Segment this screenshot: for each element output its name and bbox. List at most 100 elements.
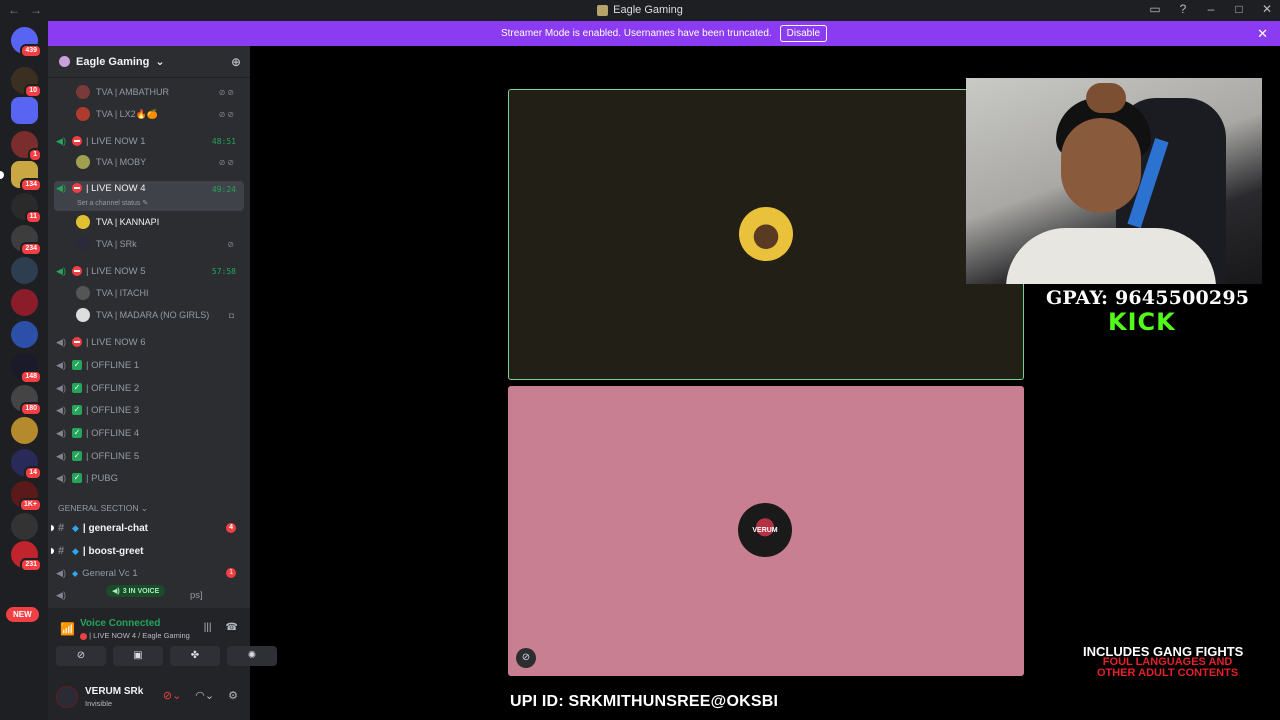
server-icon[interactable]: 1 (11, 131, 42, 162)
home-button[interactable]: 439 (11, 27, 42, 58)
muted-deafened-icon: ⊘⊘ (218, 157, 236, 167)
voice-channel-offline-4[interactable]: ◀) ✓ | OFFLINE 4 (54, 425, 244, 441)
badge: 10 (24, 84, 42, 98)
voice-member[interactable]: TVA | AMBATHUR ⊘⊘ (76, 85, 244, 99)
voice-member[interactable]: TVA | ITACHI (76, 286, 244, 300)
diamond-icon: ◆ (72, 522, 79, 533)
server-icon[interactable] (11, 257, 38, 284)
voice-member[interactable]: TVA | MADARA (NO GIRLS) ◘ (76, 308, 244, 322)
server-icon[interactable]: 180 (11, 385, 42, 416)
server-icon[interactable]: 11 (11, 193, 42, 224)
voice-member[interactable]: TVA | LX2🔥🍊 ⊘⊘ (76, 107, 244, 121)
voice-member[interactable]: TVA | MOBY ⊘⊘ (76, 155, 244, 169)
voice-channel-live-1[interactable]: ◀) | LIVE NOW 1 48:51 (54, 133, 244, 149)
speaker-icon: ◀) (56, 382, 66, 393)
minimize-icon[interactable]: – (1204, 2, 1218, 16)
mic-muted-icon[interactable]: ⊘⌄ (163, 689, 181, 702)
gpay-text: GPAY: 9645500295 (1046, 287, 1250, 309)
member-name: TVA | MOBY (96, 157, 147, 167)
server-icon[interactable]: 231 (11, 541, 42, 572)
avatar[interactable] (56, 686, 78, 708)
active-server-icon[interactable]: 134 (0, 161, 42, 192)
channel-timer: 48:51 (211, 136, 236, 146)
signal-icon[interactable]: 📶 (60, 622, 75, 636)
inbox-icon[interactable]: ▭ (1148, 2, 1162, 16)
voice-tile[interactable]: VERUM ⊘ (508, 386, 1024, 676)
disconnect-icon[interactable]: ☎ (226, 622, 238, 633)
server-icon[interactable] (11, 417, 38, 444)
server-icon[interactable]: 14 (11, 449, 42, 480)
user-controls: ⊘⌄ ◠⌄ ⚙ (163, 689, 238, 702)
voice-connected-title[interactable]: Voice Connected (80, 618, 160, 629)
avatar (76, 308, 90, 322)
voice-channel-live-6[interactable]: ◀) | LIVE NOW 6 (54, 334, 244, 350)
activities-button[interactable]: ✤ (170, 646, 220, 666)
voice-channel-pubg[interactable]: ◀) ✓ | PUBG (54, 470, 244, 486)
server-icon[interactable]: 148 (11, 353, 42, 384)
soundboard-button[interactable]: ✺ (227, 646, 277, 666)
server-icon[interactable] (11, 321, 38, 348)
check-icon: ✓ (72, 428, 82, 438)
voice-member[interactable]: TVA | KANNAPI (76, 215, 244, 229)
text-channel-boost-greet[interactable]: # ◆ | boost-greet (51, 543, 244, 559)
headphones-icon[interactable]: ◠⌄ (195, 689, 214, 702)
camera-off-button[interactable]: ⊘ (56, 646, 106, 666)
server-icon[interactable] (11, 513, 38, 540)
badge: 1K+ (18, 498, 42, 512)
channel-timer: 57:58 (211, 266, 236, 276)
voice-member[interactable]: TVA | SRk ⊘ (76, 237, 244, 251)
channel-status[interactable]: Set a channel status ✎ (77, 199, 148, 207)
avatar (76, 155, 90, 169)
add-member-icon[interactable]: ⊕ (231, 55, 241, 69)
voice-tile-speaking[interactable] (508, 89, 1024, 380)
voice-channel-offline-3[interactable]: ◀) ✓ | OFFLINE 3 (54, 402, 244, 418)
close-window-icon[interactable]: ✕ (1260, 2, 1274, 16)
folder-icon[interactable] (11, 97, 38, 124)
badge: 231 (20, 558, 42, 572)
server-icon[interactable]: 234 (11, 225, 42, 256)
server-icon[interactable] (11, 289, 38, 316)
selected-pill (0, 171, 4, 179)
channel-label: | general-chat (82, 522, 148, 534)
speaker-icon: ◀) (56, 450, 66, 461)
member-name: TVA | SRk (96, 239, 137, 249)
voice-channel-offline-2[interactable]: ◀) ✓ | OFFLINE 2 (54, 380, 244, 396)
voice-channel-offline-5[interactable]: ◀) ✓ | OFFLINE 5 (54, 448, 244, 464)
no-entry-icon (80, 632, 87, 640)
content-warning-body: FOUL LANGUAGES AND OTHER ADULT CONTENTS (1097, 657, 1238, 679)
noise-suppression-icon[interactable]: ||| (204, 622, 212, 633)
voice-channel-live-5[interactable]: ◀) | LIVE NOW 5 57:58 (54, 263, 244, 279)
voice-channel-offline-1[interactable]: ◀) ✓ | OFFLINE 1 (54, 357, 244, 373)
screen-share-button[interactable]: ▣ (113, 646, 163, 666)
text-channel-general-chat[interactable]: # ◆ | general-chat 4 (51, 520, 244, 536)
check-icon: ✓ (72, 405, 82, 415)
server-icon[interactable]: 10 (11, 67, 42, 98)
person-arm (1086, 83, 1126, 113)
member-name: TVA | AMBATHUR (96, 87, 170, 97)
in-voice-pill[interactable]: ◀) 3 IN VOICE (106, 585, 166, 597)
close-icon[interactable]: ✕ (1257, 26, 1268, 42)
window-controls: ▭ ? – □ ✕ (1148, 2, 1274, 16)
channel-label: | OFFLINE 5 (86, 450, 140, 462)
help-icon[interactable]: ? (1176, 2, 1190, 16)
disable-button[interactable]: Disable (779, 25, 828, 42)
chevron-down-icon: ⌄ (155, 56, 165, 68)
maximize-icon[interactable]: □ (1232, 2, 1246, 16)
guild-icon (59, 56, 70, 67)
speaker-icon: ◀) (56, 589, 66, 600)
new-badge[interactable]: NEW (6, 607, 39, 622)
mention-count: 1 (226, 568, 236, 578)
category-general-section[interactable]: GENERAL SECTION ⌄ (58, 503, 148, 514)
no-entry-icon (72, 136, 82, 146)
channel-sidebar: Eagle Gaming ⌄ ⊕ TVA | AMBATHUR ⊘⊘ TVA |… (48, 46, 277, 720)
gear-icon[interactable]: ⚙ (228, 689, 238, 702)
avatar (739, 207, 793, 261)
guild-header[interactable]: Eagle Gaming ⌄ ⊕ (48, 46, 250, 78)
user-name[interactable]: VERUM SRk (85, 686, 143, 697)
channel-status-text: Set a channel status (77, 200, 141, 207)
avatar (76, 107, 90, 121)
check-icon: ✓ (72, 473, 82, 483)
server-icon[interactable]: 1K+ (11, 481, 42, 512)
voice-channel-general-vc[interactable]: ◀) ◆ General Vc 1 1 (54, 565, 244, 581)
no-entry-icon (72, 183, 82, 193)
